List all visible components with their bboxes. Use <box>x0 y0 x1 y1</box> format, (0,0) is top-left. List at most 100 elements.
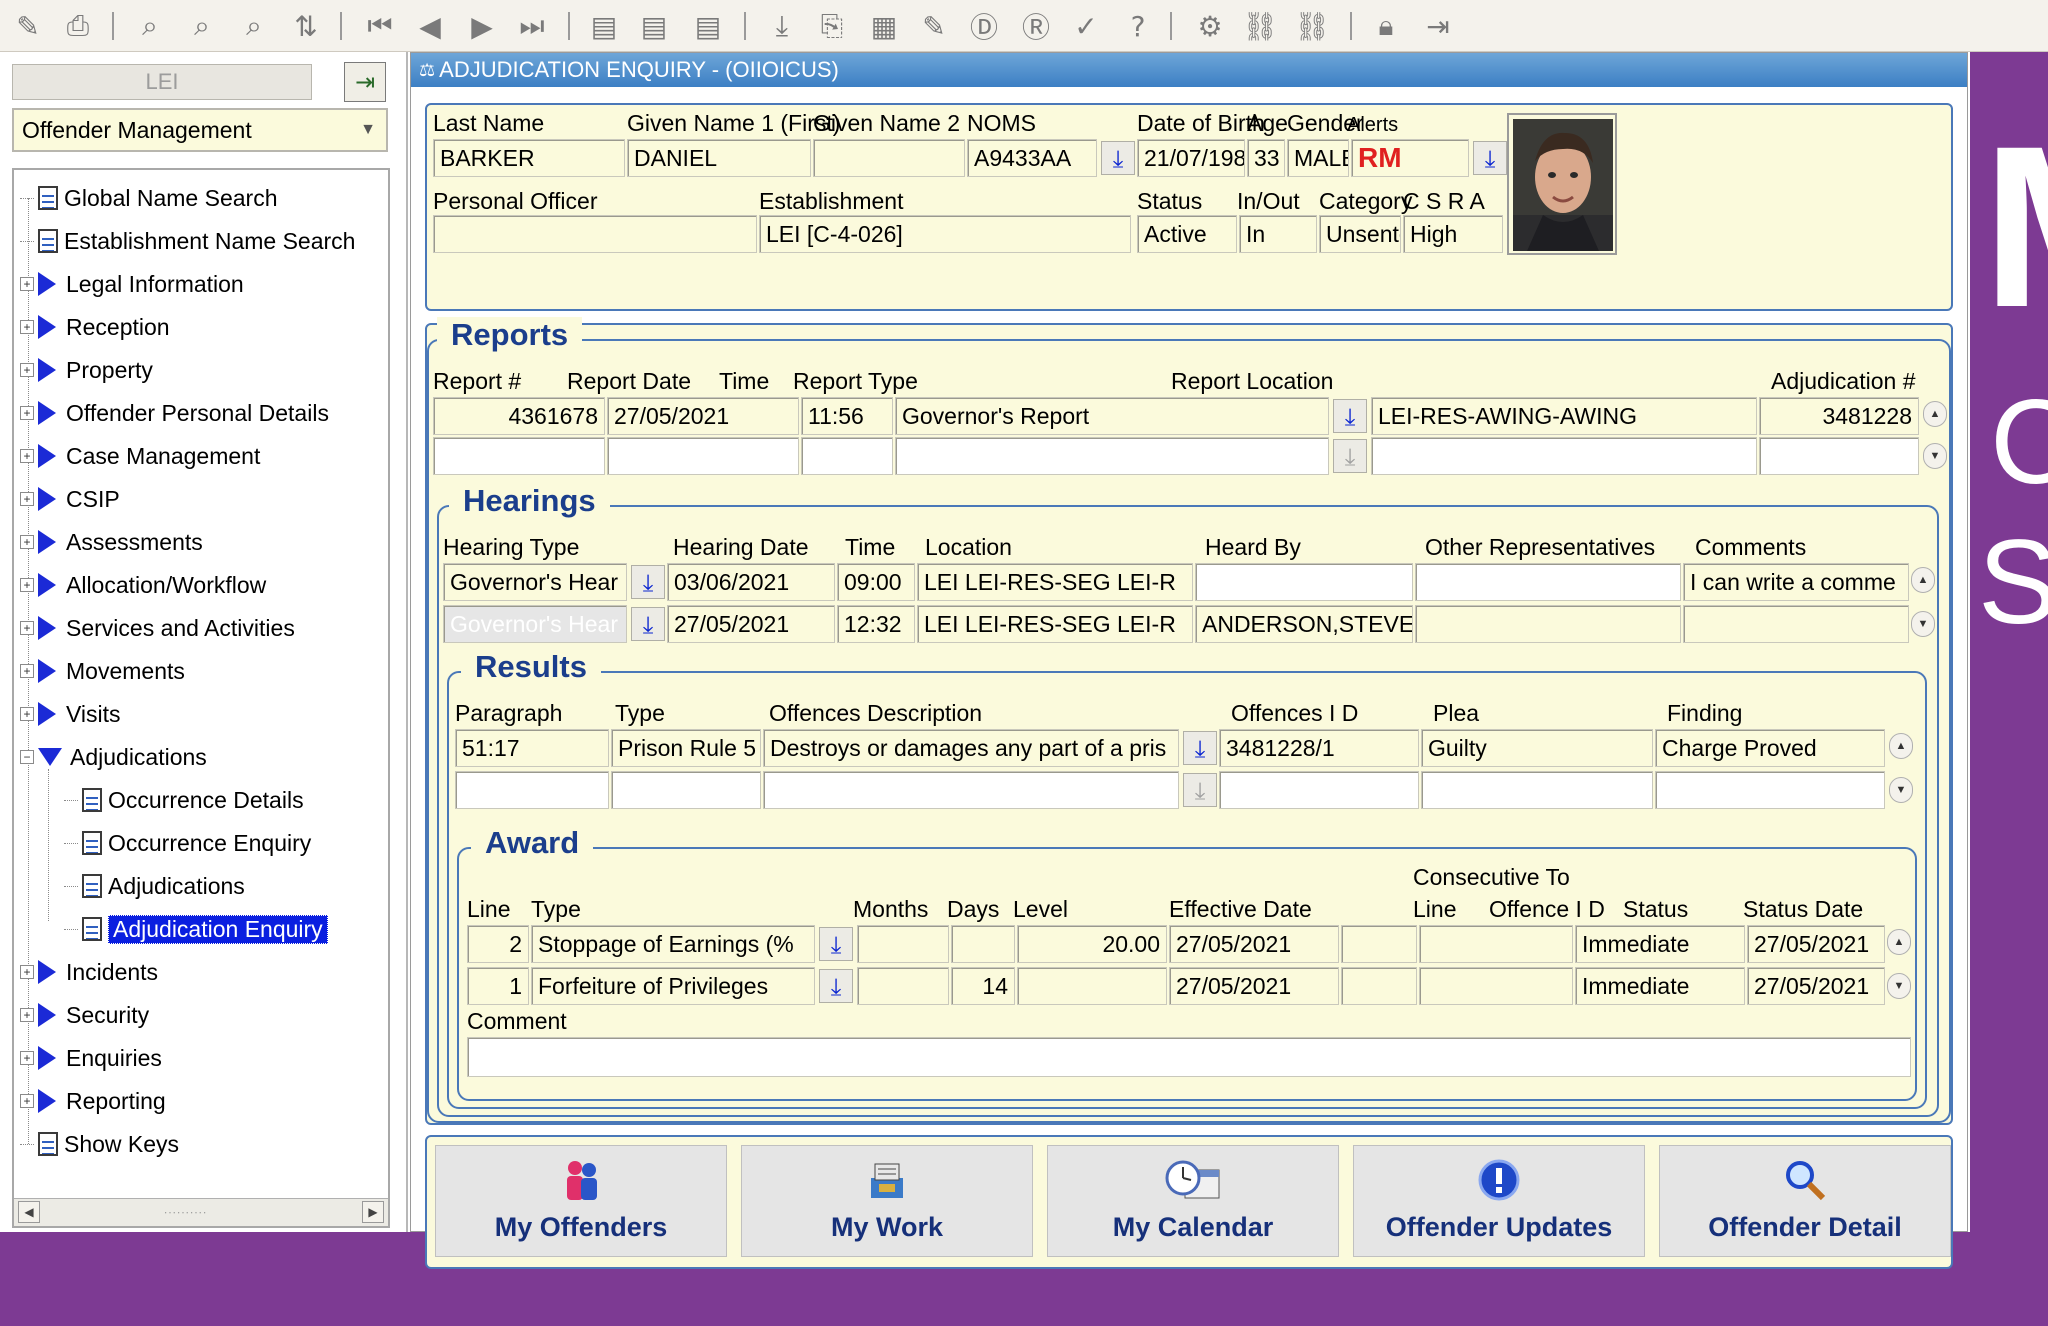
given-name-2-field[interactable] <box>813 139 965 177</box>
tree-item-case-management[interactable]: + Case Management <box>20 438 260 474</box>
expand-icon[interactable]: + <box>20 1051 34 1065</box>
tree-item-movements[interactable]: + Movements <box>20 653 185 689</box>
expand-icon[interactable]: + <box>20 406 34 420</box>
expand-icon[interactable]: + <box>20 578 34 592</box>
hearing-time-field[interactable]: 09:00 <box>837 563 915 601</box>
tree-item-show-keys[interactable]: Show Keys <box>20 1126 179 1162</box>
report-time-field[interactable]: 11:56 <box>801 397 893 435</box>
document-d-icon[interactable]: Ⓓ <box>964 6 1004 46</box>
days-field[interactable]: 14 <box>951 967 1015 1005</box>
scroll-down-icon[interactable]: ▼ <box>1911 611 1935 637</box>
report-number-field[interactable] <box>433 437 605 475</box>
tree-item-adjudications[interactable]: Adjudications <box>64 868 245 904</box>
cancel-query-icon[interactable]: ⌕ <box>234 6 274 46</box>
tree-item-reception[interactable]: + Reception <box>20 309 170 345</box>
offences-description-field[interactable] <box>763 771 1179 809</box>
offences-id-field[interactable] <box>1219 771 1419 809</box>
adjudication-number-field[interactable] <box>1759 437 1919 475</box>
offences-lov-download-icon[interactable]: ⤓ <box>1183 731 1217 765</box>
expand-icon[interactable]: + <box>20 1008 34 1022</box>
personal-officer-field[interactable] <box>433 215 757 253</box>
tree-item-adjudication-enquiry[interactable]: Adjudication Enquiry <box>64 911 328 947</box>
status-date-field[interactable]: 27/05/2021 <box>1747 925 1885 963</box>
execute-query-icon[interactable]: ⌕ <box>182 6 222 46</box>
exit-navigator-icon[interactable]: ⇥ <box>344 62 386 102</box>
finding-field[interactable]: Charge Proved <box>1655 729 1885 767</box>
offence-id-field[interactable] <box>1419 967 1573 1005</box>
exit-door-icon[interactable]: ⇥ <box>1418 6 1458 46</box>
tree-item-occurrence-enquiry[interactable]: Occurrence Enquiry <box>64 825 311 861</box>
status-date-field[interactable]: 27/05/2021 <box>1747 967 1885 1005</box>
plea-field[interactable] <box>1421 771 1653 809</box>
hearing-type-field[interactable]: Governor's Hear <box>443 605 627 643</box>
expand-icon[interactable]: + <box>20 363 34 377</box>
scroll-up-icon[interactable]: ▲ <box>1923 401 1947 427</box>
scroll-up-icon[interactable]: ▲ <box>1889 733 1913 759</box>
result-type-field[interactable] <box>611 771 761 809</box>
award-type-field[interactable]: Forfeiture of Privileges <box>531 967 815 1005</box>
hearing-date-field[interactable]: 03/06/2021 <box>667 563 835 601</box>
expand-icon[interactable]: + <box>20 965 34 979</box>
scroll-left-icon[interactable]: ◀ <box>18 1201 40 1223</box>
tree-item-allocation-workflow[interactable]: + Allocation/Workflow <box>20 567 266 603</box>
consecutive-line-field[interactable] <box>1341 967 1417 1005</box>
duplicate-record-icon[interactable]: ▤ <box>688 6 728 46</box>
days-field[interactable] <box>951 925 1015 963</box>
document-r-icon[interactable]: Ⓡ <box>1016 6 1056 46</box>
help-icon[interactable]: ? <box>1118 6 1158 46</box>
consecutive-line-field[interactable] <box>1341 925 1417 963</box>
print-icon[interactable]: ⎙ <box>58 6 98 46</box>
lock-icon[interactable]: 🔒︎ <box>1366 6 1406 46</box>
tree-item-services-and-activities[interactable]: + Services and Activities <box>20 610 295 646</box>
alerts-lov-download-icon[interactable]: ⤓ <box>1473 141 1507 175</box>
tree-item-enquiries[interactable]: + Enquiries <box>20 1040 162 1076</box>
comments-field[interactable] <box>1683 605 1909 643</box>
my-work-button[interactable]: My Work <box>741 1145 1033 1257</box>
dob-field[interactable]: 21/07/1987 <box>1137 139 1245 177</box>
hearing-time-field[interactable]: 12:32 <box>837 605 915 643</box>
expand-icon[interactable]: + <box>20 535 34 549</box>
expand-icon[interactable]: + <box>20 707 34 721</box>
scroll-right-icon[interactable]: ▶ <box>362 1201 384 1223</box>
offender-detail-button[interactable]: Offender Detail <box>1659 1145 1951 1257</box>
hearing-location-field[interactable]: LEI LEI-RES-SEG LEI-R <box>917 563 1193 601</box>
tree-item-reporting[interactable]: + Reporting <box>20 1083 166 1119</box>
award-type-lov-download-icon[interactable]: ⤓ <box>819 927 853 961</box>
heard-by-field[interactable]: ANDERSON,STEVE <box>1195 605 1413 643</box>
collapse-icon[interactable]: − <box>20 750 34 764</box>
award-line-field[interactable]: 2 <box>467 925 529 963</box>
report-location-field[interactable] <box>1371 437 1757 475</box>
tree-item-establishment-name-search[interactable]: Establishment Name Search <box>20 223 355 259</box>
tree-item-security[interactable]: + Security <box>20 997 149 1033</box>
effective-date-field[interactable]: 27/05/2021 <box>1169 967 1339 1005</box>
hearing-type-lov-download-icon[interactable]: ⤓ <box>631 607 665 641</box>
sort-icon[interactable]: ⇅ <box>286 6 326 46</box>
enter-query-icon[interactable]: ⌕ <box>130 6 170 46</box>
report-date-field[interactable] <box>607 437 799 475</box>
comments-field[interactable]: I can write a comme <box>1683 563 1909 601</box>
expand-icon[interactable]: + <box>20 277 34 291</box>
clipboard-icon[interactable]: ▦ <box>864 6 904 46</box>
tree-item-incidents[interactable]: + Incidents <box>20 954 158 990</box>
paragraph-field[interactable] <box>455 771 609 809</box>
tree-item-visits[interactable]: + Visits <box>20 696 121 732</box>
level-field[interactable] <box>1017 967 1167 1005</box>
effective-date-field[interactable]: 27/05/2021 <box>1169 925 1339 963</box>
months-field[interactable] <box>857 967 949 1005</box>
hearing-type-lov-download-icon[interactable]: ⤓ <box>631 565 665 599</box>
offender-updates-button[interactable]: Offender Updates <box>1353 1145 1645 1257</box>
tree-item-csip[interactable]: + CSIP <box>20 481 120 517</box>
report-time-field[interactable] <box>801 437 893 475</box>
finding-field[interactable] <box>1655 771 1885 809</box>
exit-icon[interactable]: ✎ <box>8 6 48 46</box>
report-number-field[interactable]: 4361678 <box>433 397 605 435</box>
award-status-field[interactable]: Immediate <box>1575 967 1745 1005</box>
expand-icon[interactable]: + <box>20 621 34 635</box>
csra-field[interactable]: High <box>1403 215 1503 253</box>
offences-id-field[interactable]: 3481228/1 <box>1219 729 1419 767</box>
hearing-date-field[interactable]: 27/05/2021 <box>667 605 835 643</box>
chevron-down-icon[interactable]: ▼ <box>354 114 382 146</box>
previous-record-icon[interactable]: ◀ <box>410 6 450 46</box>
my-offenders-button[interactable]: My Offenders <box>435 1145 727 1257</box>
expand-icon[interactable]: + <box>20 664 34 678</box>
